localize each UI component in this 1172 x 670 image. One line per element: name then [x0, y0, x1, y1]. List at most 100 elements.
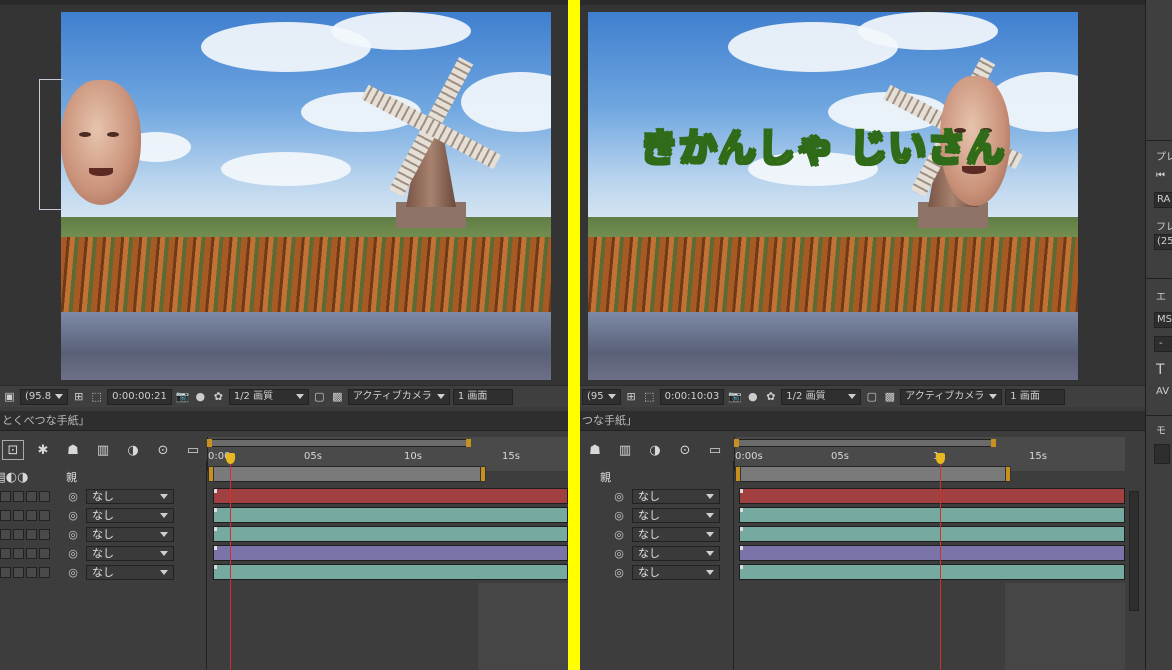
parent-pickwhip-icon[interactable]: ◎ — [612, 566, 626, 580]
parent-pickwhip-icon[interactable]: ◎ — [66, 528, 80, 542]
skip-back-icon[interactable]: ⏮ — [1156, 170, 1165, 181]
layer-switch-checkbox[interactable] — [0, 548, 11, 559]
current-time-indicator[interactable] — [936, 453, 945, 464]
parent-select[interactable]: なし — [86, 489, 174, 504]
timeline-tab[interactable]: とくべつな手紙」 — [0, 411, 568, 431]
camera-select[interactable]: アクティブカメラ — [900, 388, 1003, 405]
current-time-indicator[interactable] — [226, 453, 235, 464]
layer-duration-bar[interactable] — [739, 545, 1125, 561]
graph-editor-icon[interactable]: ⊙ — [152, 440, 174, 460]
current-time-display[interactable]: 0:00:10:03 — [659, 388, 725, 405]
layer-switch-checkbox[interactable] — [39, 491, 50, 502]
layer-duration-bar[interactable] — [213, 526, 568, 542]
composition-viewer[interactable]: きかんしゃ じいさん — [580, 0, 1145, 385]
frame-rate-field[interactable]: (25 — [1154, 234, 1172, 250]
grid-icon[interactable]: ⊞ — [624, 389, 639, 404]
parent-select[interactable]: なし — [632, 508, 720, 523]
work-area-bar[interactable] — [208, 466, 486, 482]
parent-pickwhip-icon[interactable]: ◎ — [66, 509, 80, 523]
layer-duration-bar[interactable] — [739, 507, 1125, 523]
view-layout-select[interactable]: 1 画面 — [1005, 388, 1066, 405]
camera-select[interactable]: アクティブカメラ — [347, 388, 450, 405]
ram-preview-button[interactable]: RA — [1154, 192, 1172, 208]
preview-panel-label[interactable]: プレ — [1156, 148, 1172, 163]
layer-duration-bar[interactable] — [739, 526, 1125, 542]
parent-select[interactable]: なし — [632, 489, 720, 504]
layer-bounding-box[interactable] — [39, 79, 63, 210]
parent-pickwhip-icon[interactable]: ◎ — [612, 509, 626, 523]
text-size-icon[interactable]: T — [1156, 362, 1165, 378]
draft-3d-icon[interactable]: ✱ — [32, 440, 54, 460]
region-of-interest-icon[interactable]: ⬚ — [642, 389, 657, 404]
layer-switch-checkbox[interactable] — [39, 529, 50, 540]
layer-duration-bar[interactable] — [213, 507, 568, 523]
grid-icon[interactable]: ⊞ — [71, 389, 86, 404]
motion-panel-label[interactable]: モ — [1156, 422, 1166, 437]
parent-select[interactable]: なし — [632, 565, 720, 580]
always-preview-icon[interactable]: ▣ — [2, 389, 17, 404]
snapshot-icon[interactable]: 📷 — [727, 389, 742, 404]
layer-switch-checkbox[interactable] — [0, 510, 11, 521]
layer-switch-checkbox[interactable] — [13, 529, 24, 540]
playhead[interactable] — [226, 453, 235, 670]
layer-switch-checkbox[interactable] — [26, 491, 37, 502]
brainstorm-icon[interactable]: ▭ — [704, 440, 726, 460]
region-of-interest-icon[interactable]: ⬚ — [89, 389, 104, 404]
tracking-icon[interactable]: AV — [1156, 386, 1169, 397]
layer-duration-bar[interactable] — [739, 488, 1125, 504]
parent-pickwhip-icon[interactable]: ◎ — [612, 547, 626, 561]
parent-select[interactable]: なし — [86, 546, 174, 561]
parent-pickwhip-icon[interactable]: ◎ — [66, 490, 80, 504]
layer-switch-checkbox[interactable] — [39, 548, 50, 559]
layer-switch-checkbox[interactable] — [13, 548, 24, 559]
effects-panel-label[interactable]: エ — [1156, 288, 1166, 303]
snapshot-icon[interactable]: 📷 — [175, 389, 190, 404]
parent-select[interactable]: なし — [86, 565, 174, 580]
work-area-bar[interactable] — [735, 466, 1011, 482]
channel-icon[interactable]: ✿ — [211, 389, 226, 404]
timeline-scrollbar[interactable] — [1129, 491, 1139, 611]
channel-icon[interactable]: ✿ — [763, 389, 778, 404]
layer-switch-checkbox[interactable] — [0, 491, 11, 502]
layer-switch-checkbox[interactable] — [13, 510, 24, 521]
layer-duration-bar[interactable] — [739, 564, 1125, 580]
timeline-tab[interactable]: つな手紙」 — [580, 411, 1145, 431]
parent-pickwhip-icon[interactable]: ◎ — [66, 566, 80, 580]
parent-pickwhip-icon[interactable]: ◎ — [612, 528, 626, 542]
time-navigator[interactable] — [734, 439, 996, 447]
layer-switch-checkbox[interactable] — [26, 529, 37, 540]
layer-switch-checkbox[interactable] — [39, 567, 50, 578]
magnification-select[interactable]: (95.8 — [20, 388, 69, 405]
layer-duration-bar[interactable] — [213, 545, 568, 561]
parent-select[interactable]: なし — [86, 527, 174, 542]
brainstorm-icon[interactable]: ▭ — [182, 440, 204, 460]
fast-previews-icon[interactable]: ▢ — [864, 389, 879, 404]
layer-switch-checkbox[interactable] — [26, 548, 37, 559]
layer-switch-checkbox[interactable] — [0, 567, 11, 578]
composition-viewer[interactable] — [0, 0, 568, 385]
time-navigator[interactable] — [207, 439, 471, 447]
fast-previews-icon[interactable]: ▢ — [312, 389, 327, 404]
frame-blending-icon[interactable]: ▥ — [92, 440, 114, 460]
playhead[interactable] — [936, 453, 945, 670]
time-ruler[interactable]: 0:00s 05s 1 15s — [734, 437, 1125, 482]
layer-switch-checkbox[interactable] — [26, 567, 37, 578]
title-text-layer[interactable]: きかんしゃ じいさん — [639, 117, 1005, 172]
hide-shy-layers-icon[interactable]: ☗ — [584, 440, 606, 460]
resolution-select[interactable]: 1/2 画質 — [781, 388, 862, 405]
font-style-select[interactable]: - — [1154, 336, 1172, 352]
layer-duration-bar[interactable] — [213, 564, 568, 580]
parent-pickwhip-icon[interactable]: ◎ — [612, 490, 626, 504]
show-snapshot-icon[interactable]: ● — [193, 389, 208, 404]
layer-switch-checkbox[interactable] — [26, 510, 37, 521]
current-time-display[interactable]: 0:00:00:21 — [107, 388, 172, 405]
layer-duration-bar[interactable] — [213, 488, 568, 504]
parent-pickwhip-icon[interactable]: ◎ — [66, 547, 80, 561]
parent-select[interactable]: なし — [86, 508, 174, 523]
layer-switch-checkbox[interactable] — [13, 491, 24, 502]
frame-blending-icon[interactable]: ▥ — [614, 440, 636, 460]
layer-switch-checkbox[interactable] — [39, 510, 50, 521]
transparency-grid-icon[interactable]: ▩ — [330, 389, 345, 404]
graph-editor-icon[interactable]: ⊙ — [674, 440, 696, 460]
comp-mini-flowchart-icon[interactable]: ⊡ — [2, 440, 24, 460]
